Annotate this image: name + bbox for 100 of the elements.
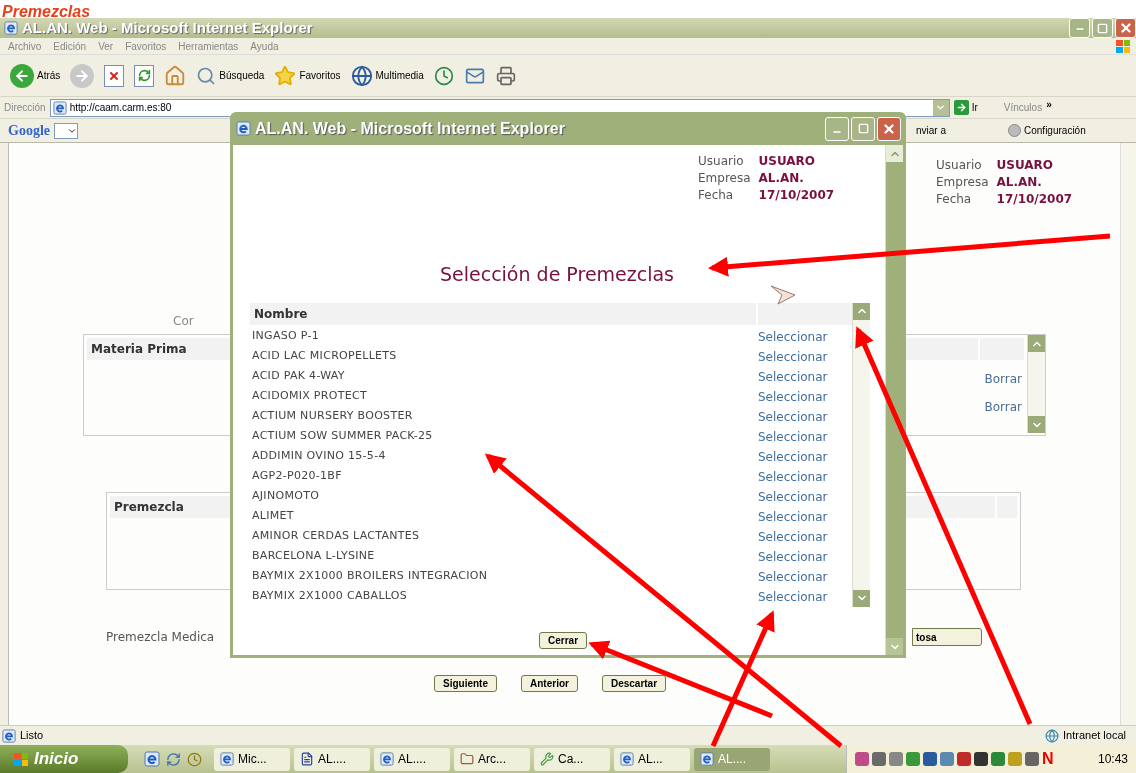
tool-icon — [540, 752, 554, 766]
table-cell-text: INGASO P-1 — [251, 328, 321, 345]
minimize-button[interactable] — [825, 116, 849, 141]
send-menu[interactable]: nviar a — [916, 123, 946, 138]
clock-text: 10:43 — [1097, 751, 1128, 768]
menu-item[interactable]: Favoritos — [125, 38, 167, 54]
select-link[interactable]: Seleccionar — [758, 387, 828, 406]
select-link[interactable]: Seleccionar — [758, 327, 828, 346]
scrollbar[interactable] — [1120, 143, 1136, 725]
tray-icon[interactable] — [974, 752, 988, 766]
browser-icon — [2, 728, 16, 743]
section-caption: Cor — [173, 313, 194, 330]
tray-icon[interactable] — [872, 752, 886, 766]
toolbar-label[interactable]: Búsqueda — [219, 68, 265, 83]
field-label: Usuario — [936, 157, 983, 174]
taskbar-button[interactable]: AL.... — [294, 747, 370, 771]
clock-icon[interactable] — [187, 751, 202, 767]
form-button[interactable]: Anterior — [521, 675, 578, 692]
select-link[interactable]: Seleccionar — [758, 587, 828, 606]
toolbar-label[interactable]: Multimedia — [375, 68, 424, 83]
links-label[interactable]: Vínculos — [1003, 100, 1043, 115]
close-button[interactable]: Cerrar — [539, 632, 588, 649]
forward-button[interactable] — [70, 63, 95, 88]
scroll-up-button[interactable] — [886, 145, 903, 162]
close-button[interactable] — [877, 116, 901, 141]
select-link[interactable]: Seleccionar — [758, 487, 828, 506]
select-link[interactable]: Seleccionar — [758, 367, 828, 386]
select-link[interactable]: Seleccionar — [758, 467, 828, 486]
tray-icon[interactable] — [906, 752, 920, 766]
select-link[interactable]: Seleccionar — [758, 507, 828, 526]
tray-icon[interactable] — [991, 752, 1005, 766]
select-button[interactable]: tosa — [912, 628, 982, 646]
star-icon[interactable] — [274, 64, 297, 87]
dropdown-button[interactable] — [932, 99, 949, 116]
taskbar-button[interactable]: Arc... — [454, 747, 530, 771]
taskbar-button[interactable]: Mic... — [214, 747, 290, 771]
toolbar-label[interactable]: Atrás — [37, 68, 61, 83]
more-chevron[interactable]: » — [1046, 97, 1052, 112]
menu-item[interactable]: Edición — [53, 38, 87, 54]
folder-icon — [460, 752, 474, 766]
delete-link[interactable]: Borrar — [984, 398, 1022, 416]
select-link[interactable]: Seleccionar — [758, 427, 828, 446]
printer-icon[interactable] — [495, 65, 516, 86]
history-icon[interactable] — [433, 65, 454, 86]
toolbar-label[interactable]: Favoritos — [299, 68, 341, 83]
delete-link[interactable]: Borrar — [984, 370, 1022, 388]
settings-menu[interactable]: Configuración — [1008, 123, 1086, 138]
back-button[interactable] — [10, 63, 34, 88]
field-value: USUARO — [758, 153, 817, 170]
stop-button[interactable] — [104, 64, 125, 87]
pointer-cursor-icon — [770, 285, 796, 305]
tray-icon[interactable] — [1025, 752, 1039, 766]
scroll-up-button[interactable] — [1028, 335, 1045, 352]
google-menu-button[interactable] — [54, 122, 78, 139]
refresh-button[interactable] — [134, 64, 155, 87]
search-icon[interactable] — [196, 65, 217, 86]
globe-icon[interactable] — [350, 64, 373, 87]
taskbar-button[interactable]: Ca... — [534, 747, 610, 771]
column-header: Nombre — [250, 302, 756, 325]
scrollbar[interactable] — [852, 302, 870, 607]
start-button[interactable]: Inicio — [0, 745, 128, 773]
close-button[interactable] — [1115, 18, 1136, 38]
tray-icon[interactable] — [923, 752, 937, 766]
menu-item[interactable]: Herramientas — [178, 38, 239, 54]
select-link[interactable]: Seleccionar — [758, 447, 828, 466]
refresh-icon[interactable] — [166, 751, 181, 767]
scroll-up-button[interactable] — [853, 302, 870, 320]
select-link[interactable]: Seleccionar — [758, 547, 828, 566]
tray-icon[interactable] — [855, 752, 869, 766]
field-label: Premezcla Medica — [106, 629, 215, 646]
taskbar-button[interactable]: AL.... — [374, 747, 450, 771]
scroll-down-button[interactable] — [853, 589, 870, 607]
menu-item[interactable]: Archivo — [8, 38, 42, 54]
select-link[interactable]: Seleccionar — [758, 347, 828, 366]
tray-letter-icon[interactable]: N — [1042, 747, 1054, 771]
menu-item[interactable]: Ver — [98, 38, 114, 54]
minimize-button[interactable] — [1069, 18, 1090, 38]
menu-item[interactable]: Ayuda — [250, 38, 279, 54]
field-label: Usuario — [698, 153, 745, 170]
stop-icon — [108, 69, 121, 82]
taskbar-button[interactable]: AL... — [614, 747, 690, 771]
tray-icon[interactable] — [889, 752, 903, 766]
scrollbar[interactable] — [885, 145, 903, 655]
document-icon — [300, 752, 314, 766]
form-button[interactable]: Descartar — [601, 675, 667, 692]
scrollbar[interactable] — [1027, 335, 1045, 433]
form-button[interactable]: Siguiente — [434, 675, 497, 692]
select-link[interactable]: Seleccionar — [758, 407, 828, 426]
refresh-icon — [137, 69, 151, 82]
scroll-down-button[interactable] — [886, 638, 903, 655]
select-link[interactable]: Seleccionar — [758, 527, 828, 546]
maximize-icon — [1097, 22, 1108, 34]
maximize-button[interactable] — [1092, 18, 1113, 38]
scroll-down-button[interactable] — [1028, 416, 1045, 433]
tray-icon[interactable] — [940, 752, 954, 766]
go-button[interactable]: Ir — [953, 100, 978, 115]
maximize-button[interactable] — [851, 116, 875, 141]
home-icon[interactable] — [164, 64, 187, 87]
select-link[interactable]: Seleccionar — [758, 567, 828, 586]
tray-icon[interactable] — [957, 752, 971, 766]
